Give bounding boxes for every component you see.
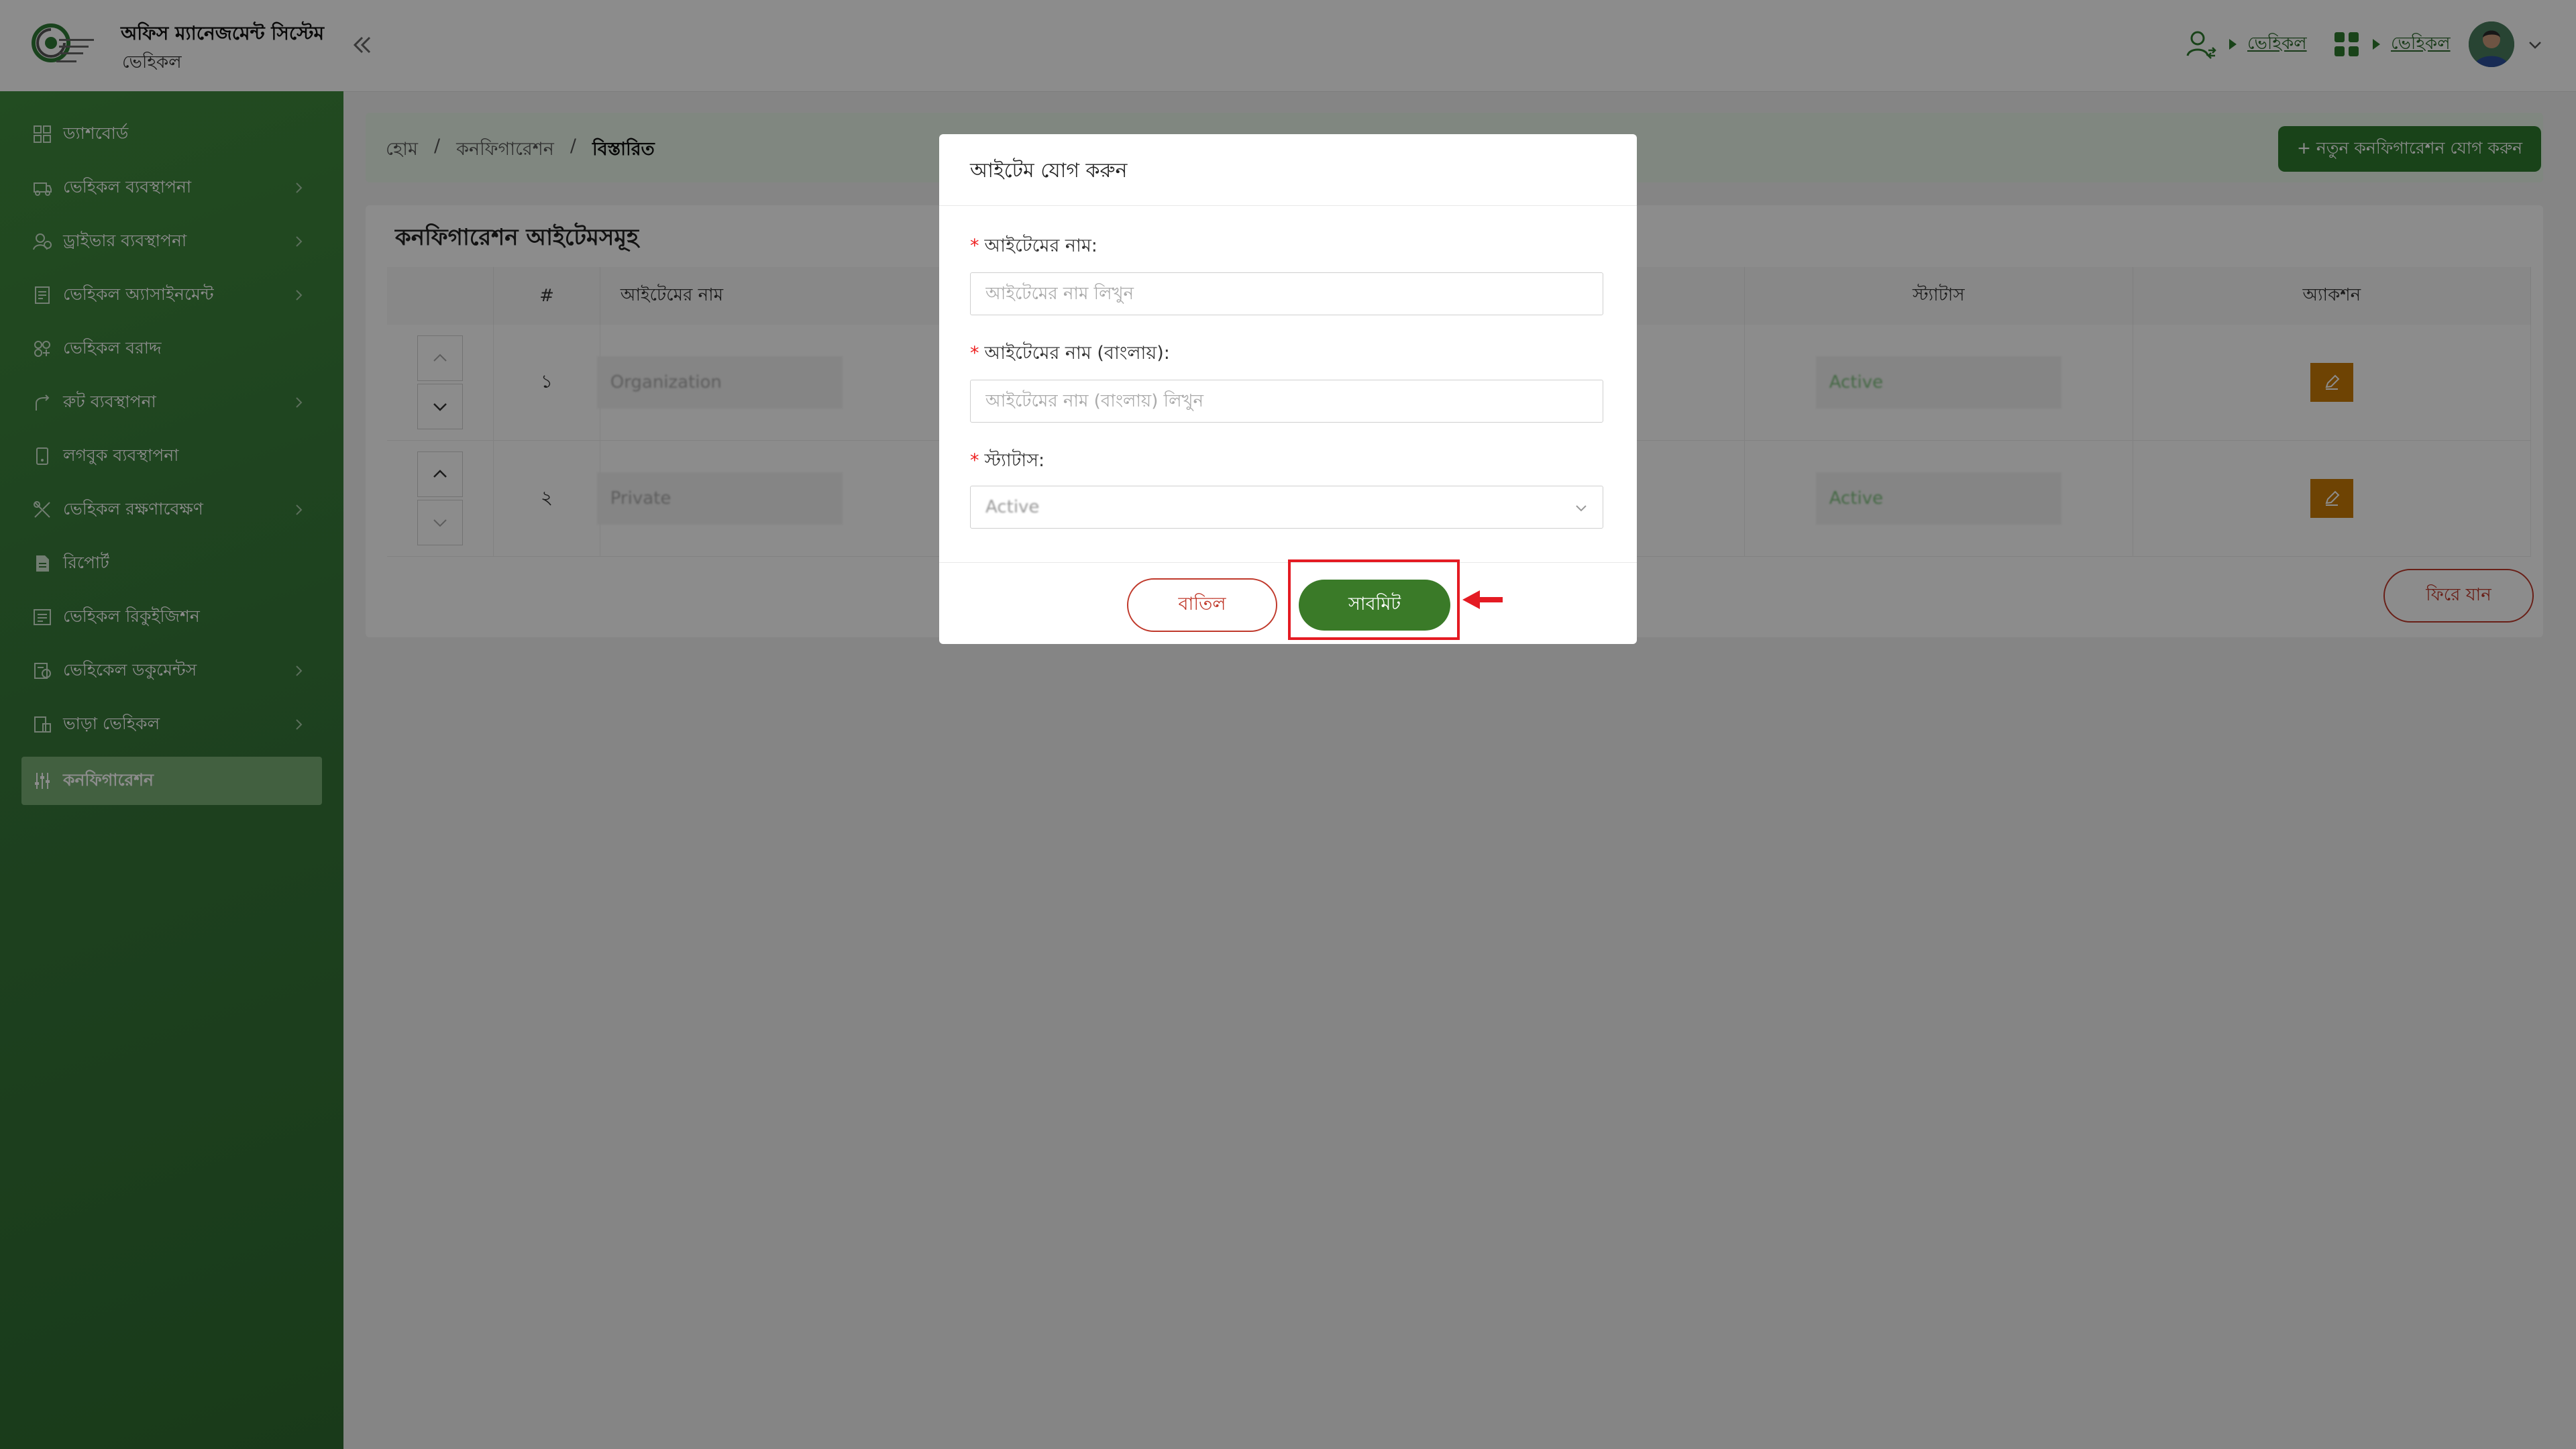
required-mark: *	[970, 450, 979, 471]
item-name-bn-label-text: আইটেমের নাম (বাংলায়):	[984, 343, 1170, 364]
chevron-down-icon	[1573, 500, 1589, 516]
item-name-label-text: আইটেমের নাম:	[984, 235, 1097, 256]
item-name-bn-label: * আইটেমের নাম (বাংলায়):	[970, 339, 1170, 370]
required-mark: *	[970, 235, 979, 256]
modal-divider	[939, 205, 1637, 206]
submit-highlight-box	[1288, 559, 1460, 640]
status-select[interactable]: Active	[970, 486, 1603, 529]
item-name-label: * আইটেমের নাম:	[970, 232, 1097, 262]
required-mark: *	[970, 343, 979, 364]
item-name-input[interactable]	[970, 272, 1603, 315]
item-name-bn-input[interactable]	[970, 380, 1603, 423]
modal-title: আইটেম যোগ করুন	[970, 159, 1128, 182]
status-label: * স্ট্যাটাস:	[970, 447, 1044, 477]
status-select-value: Active	[985, 497, 1040, 517]
cancel-button[interactable]: বাতিল	[1127, 578, 1277, 632]
pointer-arrow-icon	[1460, 588, 1507, 612]
status-label-text: স্ট্যাটাস:	[984, 450, 1045, 471]
